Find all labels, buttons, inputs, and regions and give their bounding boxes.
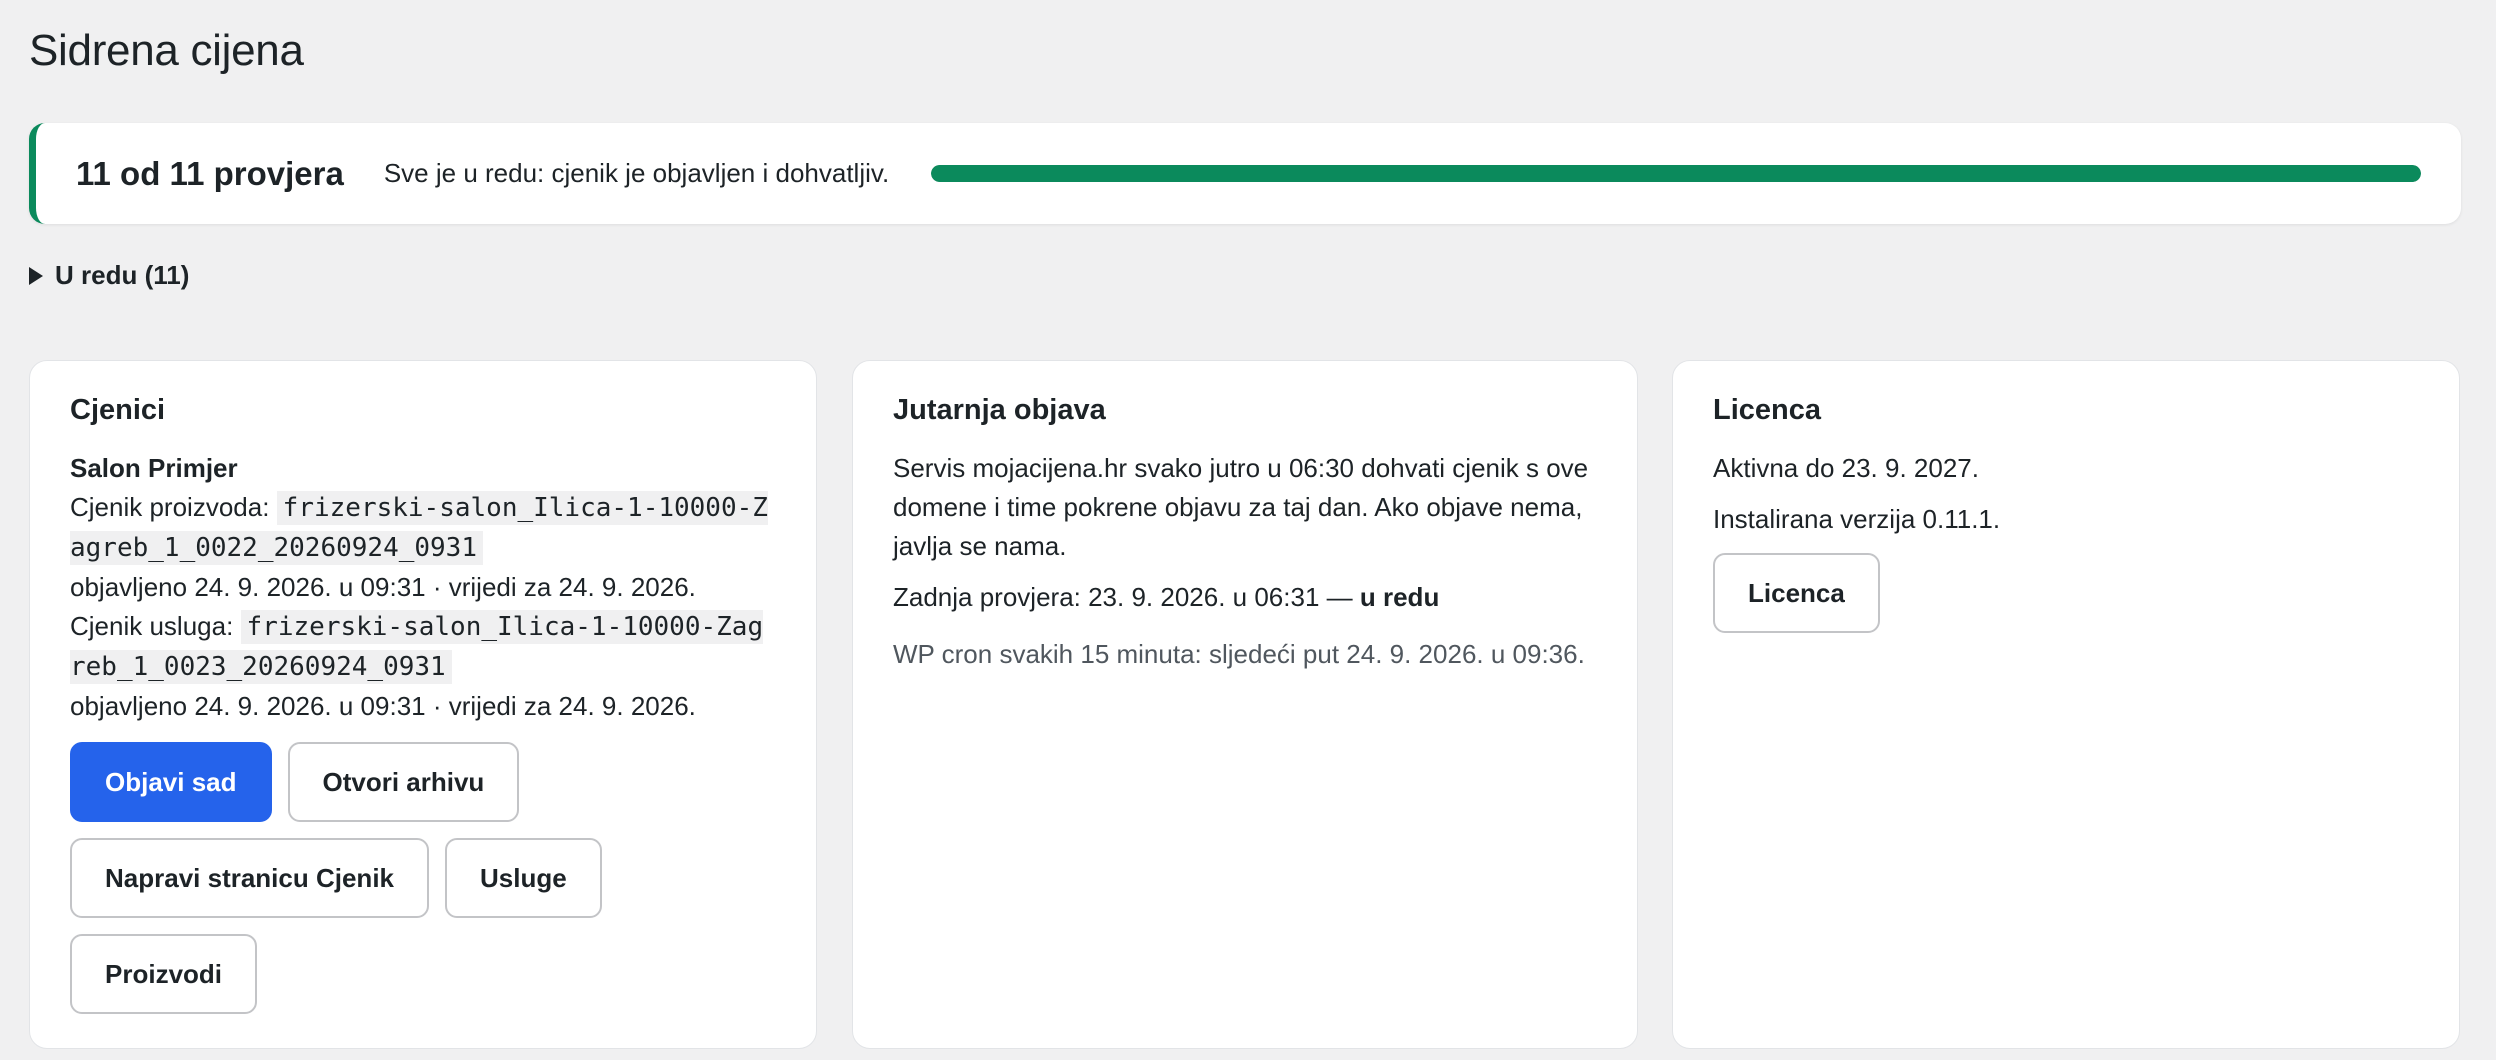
publish-now-button[interactable]: Objavi sad [70, 742, 272, 822]
make-pricelist-page-button[interactable]: Napravi stranicu Cjenik [70, 838, 429, 918]
morning-publish-title: Jutarnja objava [893, 394, 1106, 426]
page-title: Sidrena cijena [29, 26, 304, 75]
morning-publish-description: Servis mojacijena.hr svako jutro u 06:30… [893, 453, 1589, 561]
disclosure-triangle-icon [29, 266, 43, 285]
last-check-label: Zadnja provjera: 23. 9. 2026. u 06:31 — [893, 582, 1353, 612]
products-label: Cjenik proizvoda: [70, 492, 270, 522]
installed-version: Instalirana verzija 0.11.1. [1713, 504, 2001, 534]
ok-checks-disclosure[interactable]: U redu (11) [29, 260, 189, 291]
page: Sidrena cijena 11 od 11 provjera Sve je … [0, 0, 2496, 1060]
morning-publish-card: Jutarnja objava Servis mojacijena.hr sva… [852, 360, 1638, 1049]
ok-checks-label: U redu (11) [55, 260, 190, 290]
products-published-info: objavljeno 24. 9. 2026. u 09:31 · vrijed… [70, 572, 696, 602]
open-archive-button[interactable]: Otvori arhivu [287, 742, 520, 822]
license-button[interactable]: Licenca [1713, 553, 1880, 633]
salon-name: Salon Primjer [70, 453, 238, 483]
license-card: Licenca Aktivna do 23. 9. 2027. Instalir… [1672, 360, 2460, 1049]
products-pricelist: Cjenik proizvoda: frizerski-salon_Ilica-… [70, 488, 776, 568]
products-button[interactable]: Proizvodi [70, 934, 258, 1014]
license-active-until: Aktivna do 23. 9. 2027. [1713, 453, 1979, 483]
cron-schedule: WP cron svakih 15 minuta: sljedeći put 2… [893, 639, 1585, 669]
checks-progress-bar [931, 165, 2421, 182]
services-button[interactable]: Usluge [445, 838, 602, 918]
license-title: Licenca [1713, 394, 1821, 426]
primary-actions: Objavi sad Otvori arhivu [70, 742, 776, 822]
cjenici-title: Cjenici [70, 394, 166, 426]
checks-summary-panel: 11 od 11 provjera Sve je u redu: cjenik … [29, 123, 2461, 224]
checks-status-message: Sve je u redu: cjenik je objavljen i doh… [383, 158, 890, 188]
cjenici-card: Cjenici Salon Primjer Cjenik proizvoda: … [29, 360, 817, 1049]
last-check: Zadnja provjera: 23. 9. 2026. u 06:31 — … [893, 578, 1597, 617]
checks-progress-fill [931, 165, 2421, 182]
license-actions: Licenca [1713, 553, 2419, 633]
products-actions: Proizvodi [70, 934, 776, 1014]
checks-count: 11 od 11 provjera [76, 154, 344, 192]
services-pricelist: Cjenik usluga: frizerski-salon_Ilica-1-1… [70, 607, 776, 687]
services-label: Cjenik usluga: [70, 611, 234, 641]
last-check-status: u redu [1359, 582, 1440, 612]
page-actions: Napravi stranicu Cjenik Usluge [70, 838, 776, 918]
services-published-info: objavljeno 24. 9. 2026. u 09:31 · vrijed… [70, 691, 696, 721]
